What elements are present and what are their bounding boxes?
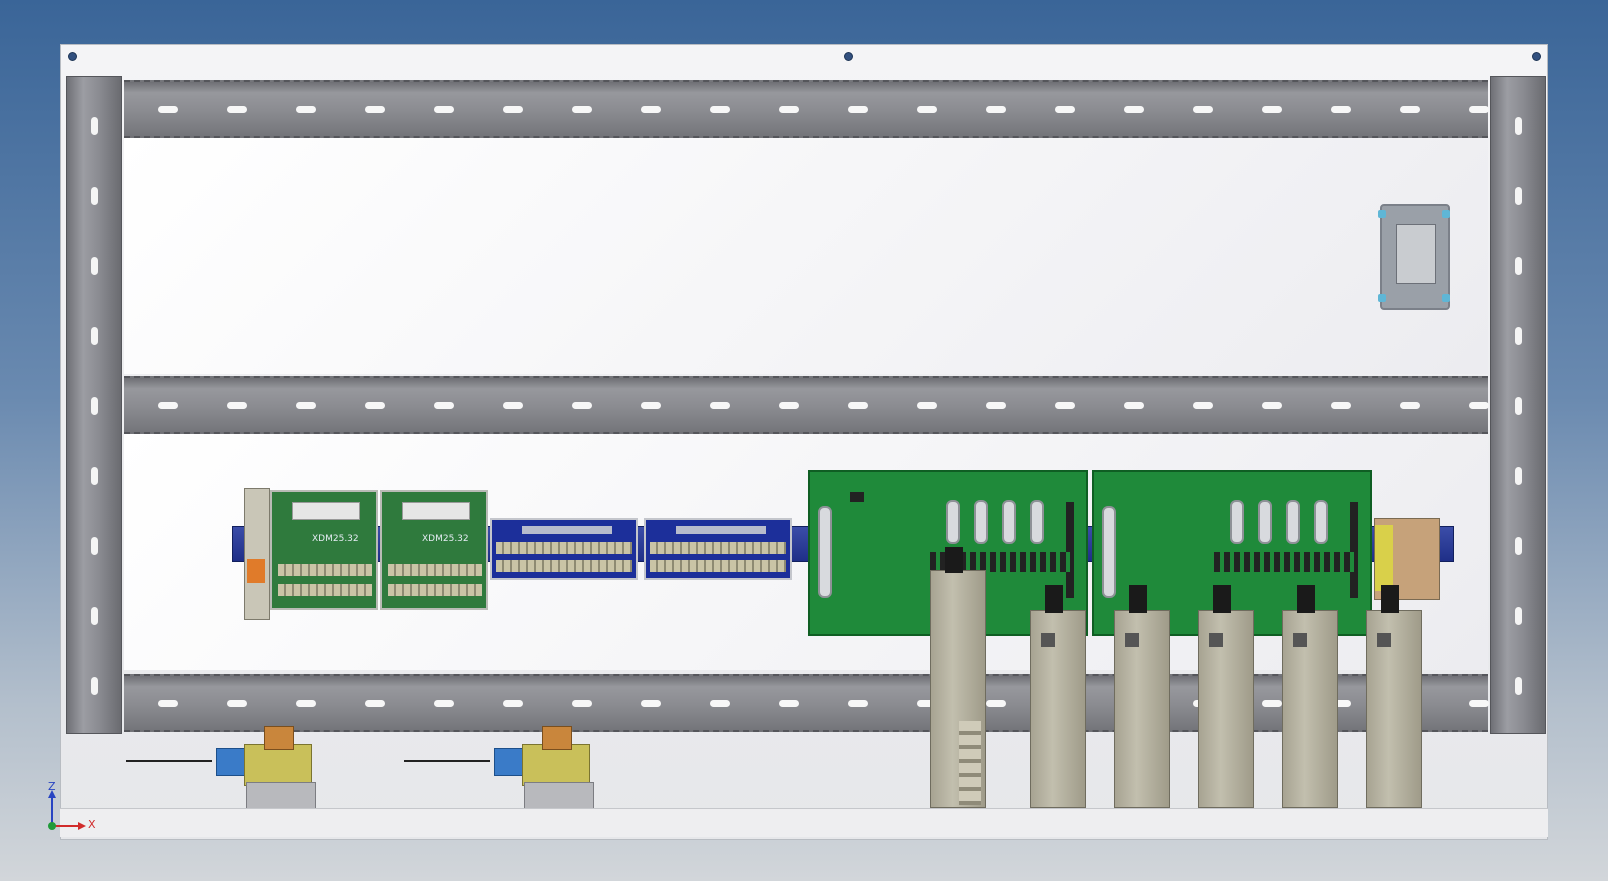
rail-slot (1124, 106, 1144, 113)
terminal-module-label: XDM25.32 (312, 534, 359, 544)
screw-icon (844, 52, 853, 61)
rail-slot (227, 106, 247, 113)
terminal-module-label: XDM25.32 (422, 534, 469, 544)
servo-drive-icon[interactable] (1030, 585, 1086, 808)
rail-slot (503, 402, 523, 409)
rail-slot (296, 700, 316, 707)
pneumatic-valve-icon[interactable] (404, 726, 594, 810)
fuse-module[interactable] (244, 488, 270, 620)
rail-slot (1262, 106, 1282, 113)
rail-slot (1124, 402, 1144, 409)
rail-slot (365, 700, 385, 707)
rail-slot (917, 106, 937, 113)
terminal-module[interactable]: XDM25.32 (270, 490, 378, 610)
rail-slot (1193, 106, 1213, 113)
rail-slot (227, 402, 247, 409)
panel-foot (60, 808, 1548, 837)
rail-slot (158, 402, 178, 409)
rail-slot (296, 402, 316, 409)
rail-slot (1469, 106, 1489, 113)
upper-mounting-area (124, 138, 1488, 374)
rail-slot (1331, 106, 1351, 113)
rail-slot (434, 106, 454, 113)
z-axis-label: Z (48, 780, 56, 793)
rail-slot (1262, 402, 1282, 409)
emi-filter-icon[interactable] (1378, 204, 1450, 310)
rail-slot (710, 402, 730, 409)
rail-slot (1400, 106, 1420, 113)
rail-slot (848, 402, 868, 409)
rail-slot (1193, 402, 1213, 409)
servo-drive-icon[interactable] (930, 547, 986, 808)
rail-slot (779, 402, 799, 409)
rail-slot (158, 106, 178, 113)
rail-slot (296, 106, 316, 113)
rail-slot (848, 700, 868, 707)
cad-viewport[interactable]: XDM25.32 XDM25.32 Z X (0, 0, 1608, 881)
right-frame-upright (1490, 76, 1546, 734)
rail-slot (986, 402, 1006, 409)
servo-drive-icon[interactable] (1198, 585, 1254, 808)
rail-slot (641, 402, 661, 409)
rail-slot (503, 106, 523, 113)
servo-drive-icon[interactable] (1366, 585, 1422, 808)
rail-slot (1469, 700, 1489, 707)
rail-slot (434, 402, 454, 409)
rail-slot (917, 402, 937, 409)
rail-slot (1055, 106, 1075, 113)
rail-slot (1055, 402, 1075, 409)
rail-slot (503, 700, 523, 707)
screw-icon (1532, 52, 1541, 61)
left-frame-upright (66, 76, 122, 734)
rail-slot (641, 700, 661, 707)
rail-slot (365, 402, 385, 409)
screw-icon (68, 52, 77, 61)
rail-slot (986, 700, 1006, 707)
rail-slot (365, 106, 385, 113)
x-axis-label: X (88, 818, 96, 831)
terminal-module[interactable]: XDM25.32 (380, 490, 488, 610)
rail-slot (848, 106, 868, 113)
rail-slot (1331, 402, 1351, 409)
servo-drive-icon[interactable] (1282, 585, 1338, 808)
rail-slot (572, 106, 592, 113)
rail-slot (1262, 700, 1282, 707)
rail-slot (572, 402, 592, 409)
terminal-block-blue[interactable] (644, 518, 792, 580)
servo-drive-icon[interactable] (1114, 585, 1170, 808)
terminal-block-blue[interactable] (490, 518, 638, 580)
rail-slot (710, 106, 730, 113)
rail-slot (641, 106, 661, 113)
pneumatic-valve-icon[interactable] (126, 726, 316, 810)
rail-slot (779, 700, 799, 707)
rail-slot (1400, 402, 1420, 409)
rail-slot (710, 700, 730, 707)
rail-slot (434, 700, 454, 707)
rail-slot (227, 700, 247, 707)
axis-triad: Z X (40, 780, 100, 831)
rail-slot (1469, 402, 1489, 409)
rail-slot (779, 106, 799, 113)
rail-slot (572, 700, 592, 707)
top-rail (124, 80, 1489, 138)
rail-slot (986, 106, 1006, 113)
middle-rail (124, 376, 1489, 434)
rail-slot (158, 700, 178, 707)
